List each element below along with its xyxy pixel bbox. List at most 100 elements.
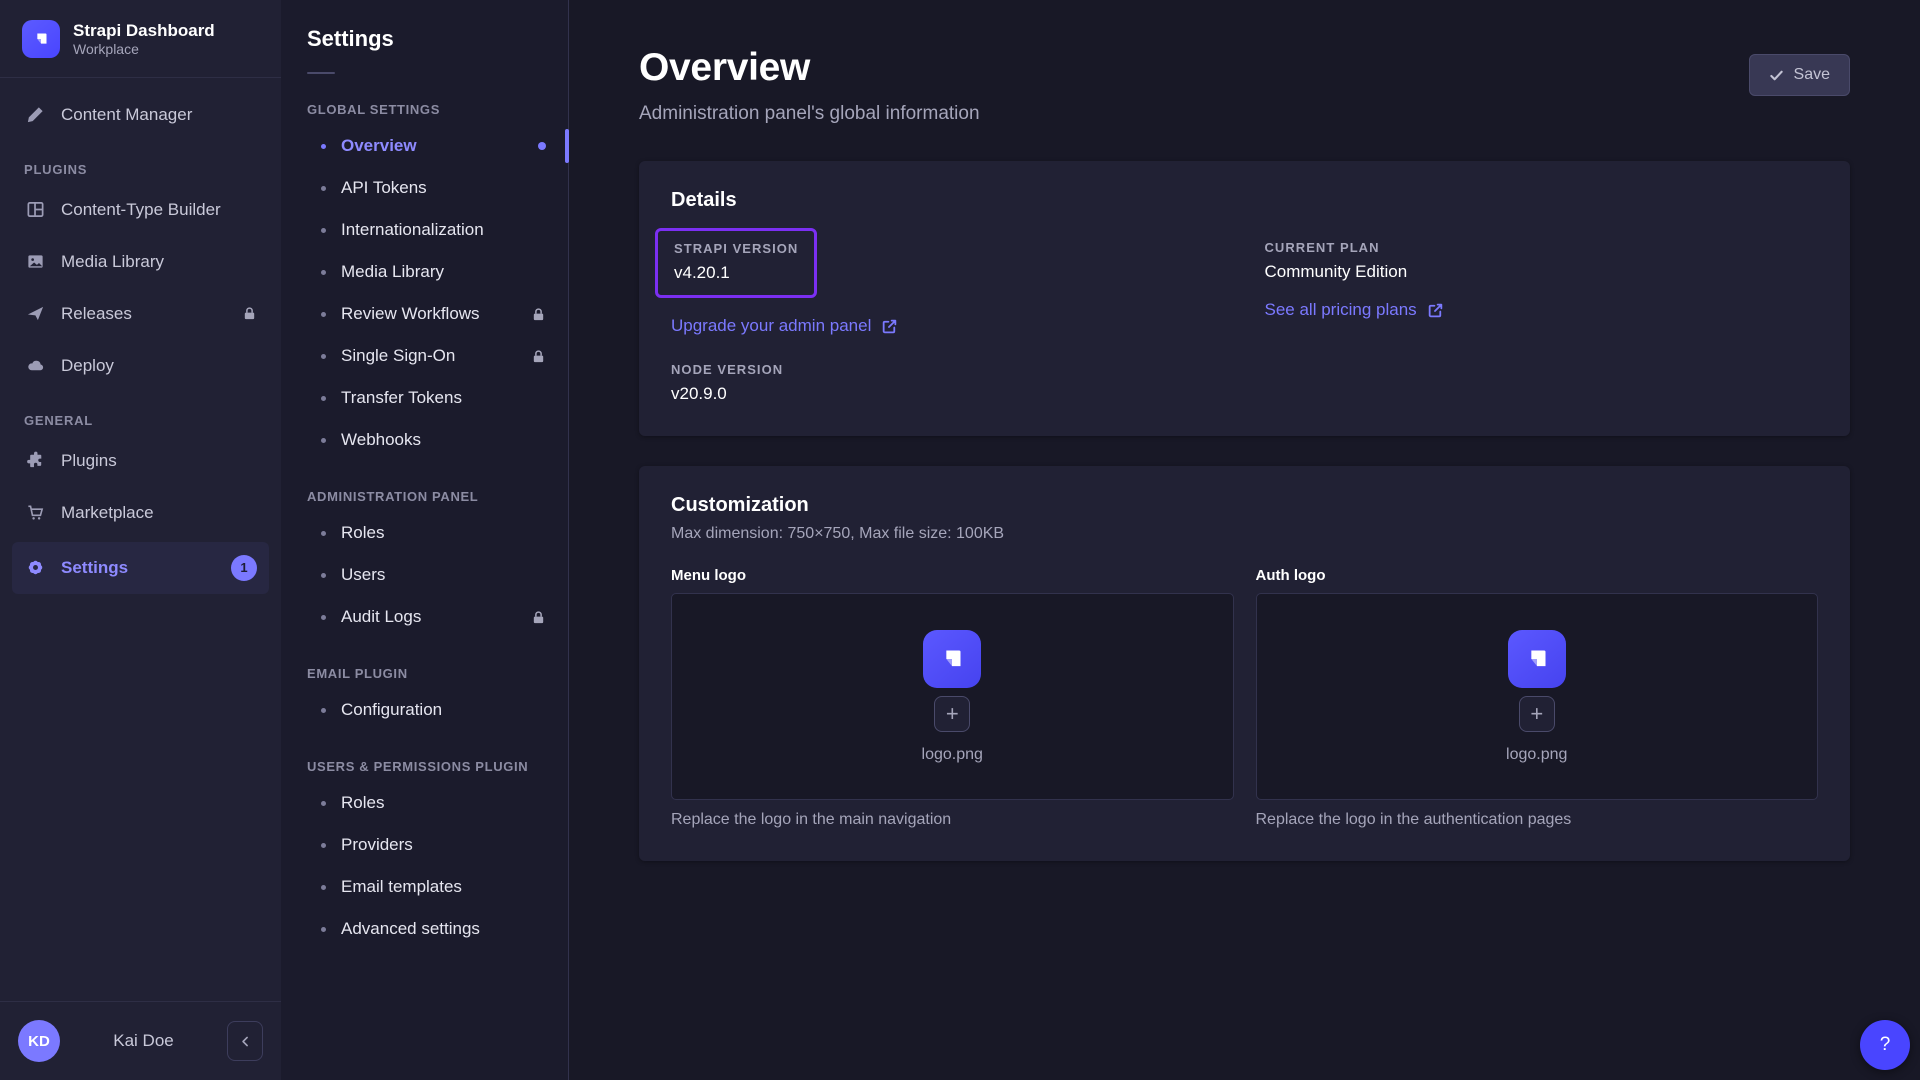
customization-constraints: Max dimension: 750×750, Max file size: 1… — [671, 525, 1818, 543]
sidebar-item-marketplace[interactable]: Marketplace — [12, 490, 269, 536]
bullet-icon — [321, 708, 326, 713]
subnav-item-label: Audit Logs — [341, 607, 421, 627]
subnav-item-label: API Tokens — [341, 178, 427, 198]
settings-notification-badge: 1 — [231, 555, 257, 581]
sidebar-item-plugins[interactable]: Plugins — [12, 438, 269, 484]
bullet-icon — [321, 531, 326, 536]
check-icon — [1769, 68, 1784, 83]
subnav-section-global-settings: GLOBAL SETTINGS — [281, 102, 568, 117]
subnav-item-audit-logs[interactable]: Audit Logs — [281, 596, 568, 638]
sidebar-section-plugins: PLUGINS — [24, 162, 257, 177]
subnav-divider — [307, 72, 335, 74]
sidebar-item-label: Marketplace — [61, 503, 154, 523]
cart-icon — [24, 503, 46, 522]
plus-icon: + — [1530, 703, 1543, 725]
subnav-item-label: Media Library — [341, 262, 444, 282]
add-logo-button[interactable]: + — [1519, 696, 1555, 732]
subnav-item-up-roles[interactable]: Roles — [281, 782, 568, 824]
question-mark-icon: ? — [1880, 1034, 1891, 1056]
subnav-item-label: Roles — [341, 793, 384, 813]
user-area: KD Kai Doe — [0, 1001, 281, 1080]
upgrade-admin-panel-link[interactable]: Upgrade your admin panel — [671, 316, 898, 336]
page-header: Overview Administration panel's global i… — [639, 46, 1850, 125]
bullet-icon — [321, 396, 326, 401]
subnav-item-review-workflows[interactable]: Review Workflows — [281, 293, 568, 335]
save-button[interactable]: Save — [1749, 54, 1850, 96]
collapse-sidebar-button[interactable] — [227, 1021, 263, 1061]
customization-heading: Customization — [671, 494, 1818, 517]
sidebar-item-deploy[interactable]: Deploy — [12, 343, 269, 389]
sidebar-item-label: Settings — [61, 558, 128, 578]
lock-icon — [242, 306, 257, 321]
cloud-icon — [24, 356, 46, 375]
help-button[interactable]: ? — [1860, 1020, 1910, 1070]
add-logo-button[interactable]: + — [934, 696, 970, 732]
menu-logo-file-name: logo.png — [922, 746, 983, 764]
sidebar-item-content-type-builder[interactable]: Content-Type Builder — [12, 187, 269, 233]
subnav-item-advanced-settings[interactable]: Advanced settings — [281, 908, 568, 950]
auth-logo-caption: Replace the logo in the authentication p… — [1256, 811, 1819, 829]
subnav-item-label: Advanced settings — [341, 919, 480, 939]
subnav-item-providers[interactable]: Providers — [281, 824, 568, 866]
workspace-subtitle: Workplace — [73, 41, 215, 59]
workspace-title: Strapi Dashboard — [73, 20, 215, 41]
bullet-icon — [321, 438, 326, 443]
sidebar-section-general: GENERAL — [24, 413, 257, 428]
sidebar-item-label: Content-Type Builder — [61, 200, 221, 220]
subnav-item-email-templates[interactable]: Email templates — [281, 866, 568, 908]
lock-icon — [531, 307, 546, 322]
avatar[interactable]: KD — [18, 1020, 60, 1062]
workspace-brand[interactable]: Strapi Dashboard Workplace — [0, 0, 281, 78]
bullet-icon — [321, 885, 326, 890]
sidebar-item-content-manager[interactable]: Content Manager — [12, 92, 269, 138]
bullet-icon — [321, 354, 326, 359]
subnav-section-users-permissions-plugin: USERS & PERMISSIONS PLUGIN — [281, 759, 568, 774]
bullet-icon — [321, 843, 326, 848]
subnav-item-transfer-tokens[interactable]: Transfer Tokens — [281, 377, 568, 419]
sidebar-item-media-library[interactable]: Media Library — [12, 239, 269, 285]
current-plan-label: CURRENT PLAN — [1265, 240, 1819, 255]
subnav-item-label: Webhooks — [341, 430, 421, 450]
pricing-link-label: See all pricing plans — [1265, 300, 1417, 320]
bullet-icon — [321, 927, 326, 932]
sidebar-item-settings[interactable]: Settings 1 — [12, 542, 269, 594]
subnav-item-email-configuration[interactable]: Configuration — [281, 689, 568, 731]
subnav-item-admin-users[interactable]: Users — [281, 554, 568, 596]
auth-logo-file-name: logo.png — [1506, 746, 1567, 764]
subnav-item-label: Providers — [341, 835, 413, 855]
subnav-item-media-library[interactable]: Media Library — [281, 251, 568, 293]
details-card: Details STRAPI VERSION v4.20.1 Upgrade y… — [639, 161, 1850, 436]
subnav-item-internationalization[interactable]: Internationalization — [281, 209, 568, 251]
strapi-version-label: STRAPI VERSION — [674, 241, 798, 256]
main-sidebar: Strapi Dashboard Workplace Content Manag… — [0, 0, 281, 1080]
menu-logo-upload-box[interactable]: + logo.png — [671, 593, 1234, 800]
subnav-item-admin-roles[interactable]: Roles — [281, 512, 568, 554]
page-subtitle: Administration panel's global informatio… — [639, 103, 980, 125]
subnav-item-label: Roles — [341, 523, 384, 543]
bullet-icon — [321, 144, 326, 149]
active-dot-icon — [538, 142, 546, 150]
subnav-item-label: Internationalization — [341, 220, 484, 240]
details-heading: Details — [671, 189, 1818, 212]
subnav-item-api-tokens[interactable]: API Tokens — [281, 167, 568, 209]
sidebar-item-label: Releases — [61, 304, 132, 324]
subnav-item-label: Users — [341, 565, 385, 585]
app-shell: Strapi Dashboard Workplace Content Manag… — [0, 0, 1920, 1080]
puzzle-icon — [24, 451, 46, 470]
sidebar-item-releases[interactable]: Releases — [12, 291, 269, 337]
auth-logo-upload-box[interactable]: + logo.png — [1256, 593, 1819, 800]
subnav-item-webhooks[interactable]: Webhooks — [281, 419, 568, 461]
strapi-logo-icon — [22, 20, 60, 58]
subnav-item-single-sign-on[interactable]: Single Sign-On — [281, 335, 568, 377]
image-icon — [24, 252, 46, 271]
subnav-title: Settings — [281, 26, 568, 52]
strapi-version-highlight-box: STRAPI VERSION v4.20.1 — [655, 228, 817, 298]
sidebar-item-label: Content Manager — [61, 105, 192, 125]
pricing-plans-link[interactable]: See all pricing plans — [1265, 300, 1444, 320]
node-version-label: NODE VERSION — [671, 362, 1225, 377]
bullet-icon — [321, 186, 326, 191]
bullet-icon — [321, 270, 326, 275]
subnav-item-overview[interactable]: Overview — [281, 125, 568, 167]
node-version-value: v20.9.0 — [671, 384, 1225, 404]
current-plan-value: Community Edition — [1265, 262, 1819, 282]
